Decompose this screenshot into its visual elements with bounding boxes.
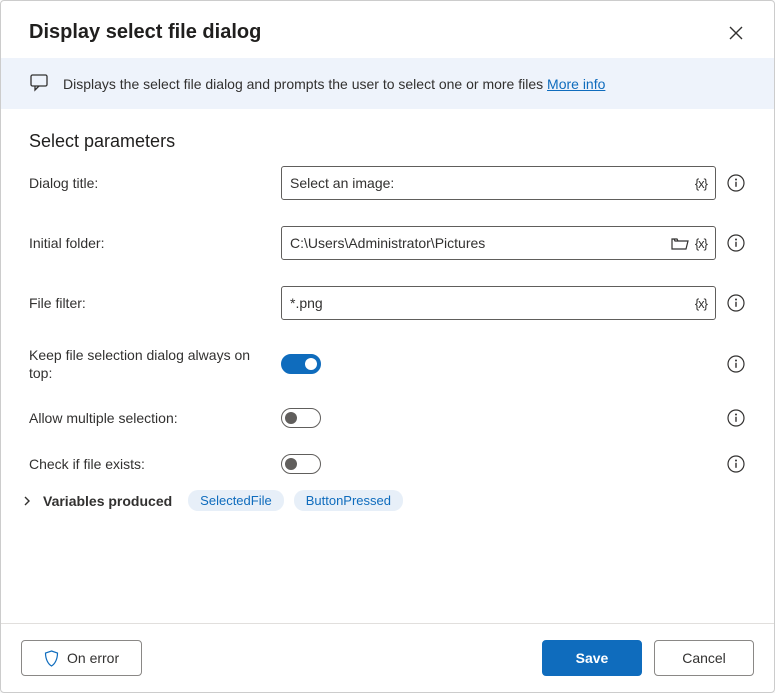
save-button[interactable]: Save	[542, 640, 642, 676]
row-file-filter: File filter: *.png {x}	[29, 286, 746, 320]
info-icon[interactable]	[726, 454, 746, 474]
variables-produced-row: Variables produced SelectedFile ButtonPr…	[1, 474, 774, 511]
close-button[interactable]	[726, 23, 746, 43]
banner-text: Displays the select file dialog and prom…	[63, 76, 605, 92]
row-always-on-top: Keep file selection dialog always on top…	[29, 346, 746, 382]
chevron-right-icon	[21, 495, 33, 507]
input-initial-folder[interactable]: C:\Users\Administrator\Pictures {x}	[281, 226, 716, 260]
info-icon[interactable]	[726, 354, 746, 374]
variable-pill[interactable]: SelectedFile	[188, 490, 284, 511]
info-banner: Displays the select file dialog and prom…	[1, 58, 774, 109]
label-always-on-top: Keep file selection dialog always on top…	[29, 346, 269, 382]
browse-folder-icon[interactable]	[671, 236, 689, 251]
toggle-always-on-top[interactable]	[281, 354, 321, 374]
comment-icon	[29, 72, 49, 95]
label-dialog-title: Dialog title:	[29, 174, 269, 192]
dialog-title: Display select file dialog	[29, 21, 261, 44]
dialog: Display select file dialog Displays the …	[0, 0, 775, 693]
row-dialog-title: Dialog title: Select an image: {x}	[29, 166, 746, 200]
cancel-button[interactable]: Cancel	[654, 640, 754, 676]
input-file-filter[interactable]: *.png {x}	[281, 286, 716, 320]
toggle-allow-multiple[interactable]	[281, 408, 321, 428]
dialog-footer: On error Save Cancel	[1, 623, 774, 692]
variables-label: Variables produced	[43, 493, 172, 509]
row-initial-folder: Initial folder: C:\Users\Administrator\P…	[29, 226, 746, 260]
variable-picker-icon[interactable]: {x}	[695, 236, 707, 251]
variable-picker-icon[interactable]: {x}	[695, 296, 707, 311]
expand-variables-button[interactable]	[21, 495, 33, 507]
variable-pill[interactable]: ButtonPressed	[294, 490, 403, 511]
dialog-header: Display select file dialog	[1, 1, 774, 58]
input-dialog-title[interactable]: Select an image: {x}	[281, 166, 716, 200]
label-check-exists: Check if file exists:	[29, 455, 269, 473]
row-allow-multiple: Allow multiple selection:	[29, 408, 746, 428]
shield-icon	[44, 650, 59, 667]
variable-picker-icon[interactable]: {x}	[695, 176, 707, 191]
section-title: Select parameters	[1, 109, 774, 166]
label-initial-folder: Initial folder:	[29, 234, 269, 252]
label-allow-multiple: Allow multiple selection:	[29, 409, 269, 427]
label-file-filter: File filter:	[29, 294, 269, 312]
info-icon[interactable]	[726, 233, 746, 253]
info-icon[interactable]	[726, 293, 746, 313]
info-icon[interactable]	[726, 173, 746, 193]
toggle-check-exists[interactable]	[281, 454, 321, 474]
info-icon[interactable]	[726, 408, 746, 428]
more-info-link[interactable]: More info	[547, 76, 605, 92]
row-check-exists: Check if file exists:	[29, 454, 746, 474]
close-icon	[729, 26, 743, 40]
on-error-button[interactable]: On error	[21, 640, 142, 676]
parameters-form: Dialog title: Select an image: {x} Initi…	[1, 166, 774, 474]
